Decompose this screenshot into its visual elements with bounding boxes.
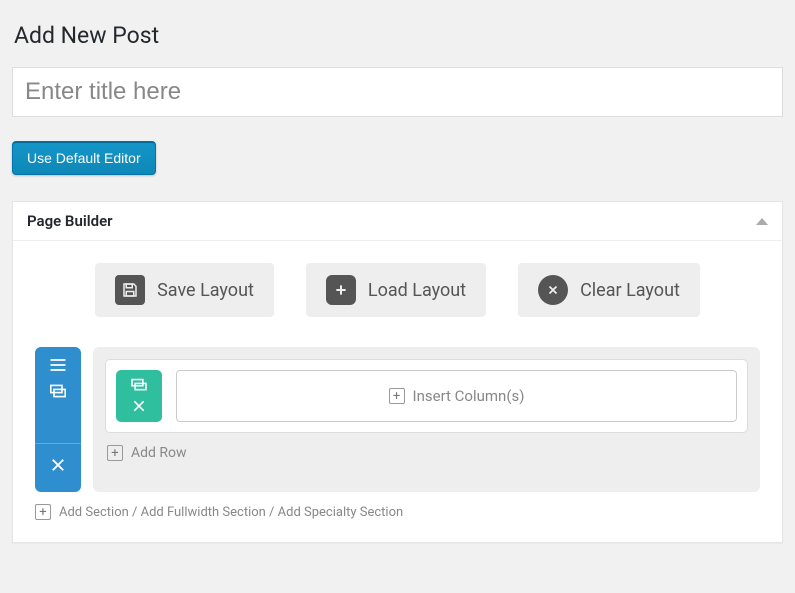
add-row-label: Add Row — [131, 445, 187, 461]
delete-row-icon[interactable] — [131, 398, 147, 414]
plus-box-icon: + — [35, 504, 51, 520]
row-copy-icon — [129, 378, 149, 392]
add-row-button[interactable]: + Add Row — [105, 443, 748, 461]
collapse-up-icon — [756, 218, 768, 225]
insert-columns-button[interactable]: + Insert Column(s) — [176, 370, 737, 422]
use-default-editor-button[interactable]: Use Default Editor — [12, 141, 156, 175]
clear-layout-button[interactable]: Clear Layout — [518, 263, 700, 317]
plus-icon — [326, 275, 356, 305]
layout-action-bar: Save Layout Load Layout Clear Layout — [35, 263, 760, 317]
section-body: + Insert Column(s) + Add Row — [93, 347, 760, 492]
section-drag-handle[interactable] — [35, 347, 81, 492]
insert-columns-label: Insert Column(s) — [413, 387, 525, 405]
row-drag-handle[interactable] — [116, 370, 162, 422]
plus-box-icon: + — [107, 445, 123, 461]
add-section-label: Add Section / Add Fullwidth Section / Ad… — [59, 505, 403, 520]
load-layout-label: Load Layout — [368, 280, 466, 301]
delete-section-icon[interactable] — [49, 456, 67, 474]
page-heading: Add New Post — [14, 22, 783, 49]
builder-row: + Insert Column(s) — [105, 359, 748, 433]
load-layout-button[interactable]: Load Layout — [306, 263, 486, 317]
plus-box-icon: + — [389, 388, 405, 404]
metabox-body: Save Layout Load Layout Clear Layout — [13, 241, 782, 542]
save-icon — [115, 275, 145, 305]
close-circle-icon — [538, 275, 568, 305]
post-title-input[interactable] — [12, 67, 783, 117]
copy-icon — [48, 383, 68, 399]
clear-layout-label: Clear Layout — [580, 280, 680, 301]
metabox-header[interactable]: Page Builder — [13, 202, 782, 241]
metabox-title: Page Builder — [27, 212, 113, 230]
hamburger-icon — [48, 357, 68, 373]
add-section-button[interactable]: + Add Section / Add Fullwidth Section / … — [35, 504, 760, 520]
save-layout-button[interactable]: Save Layout — [95, 263, 274, 317]
page-builder-metabox: Page Builder Save Layout Load Layout — [12, 201, 783, 543]
save-layout-label: Save Layout — [157, 280, 254, 301]
builder-section: + Insert Column(s) + Add Row — [35, 347, 760, 492]
